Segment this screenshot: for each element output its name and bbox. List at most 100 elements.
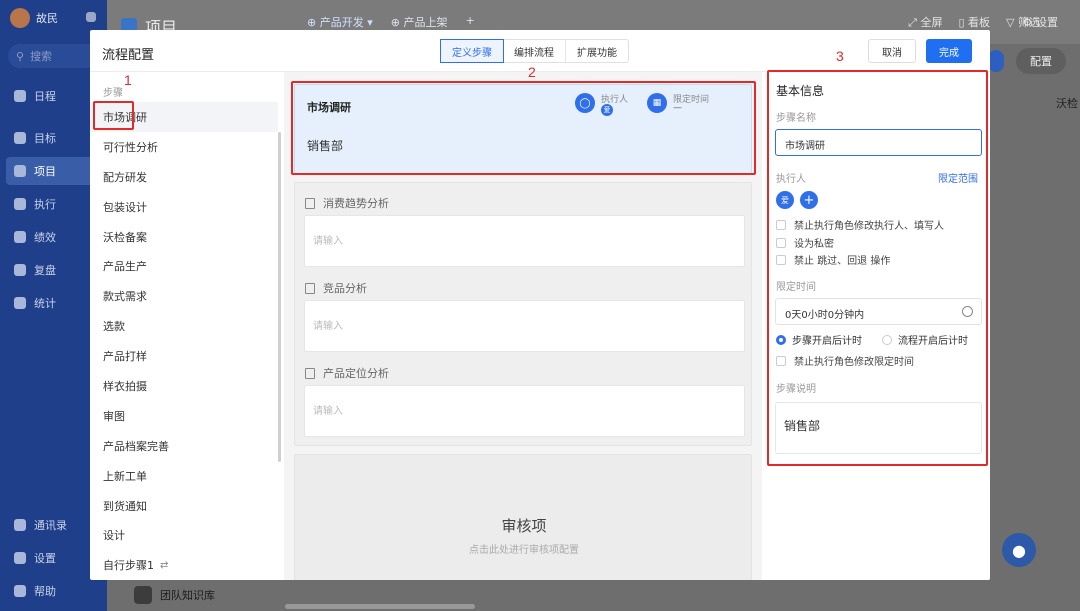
user-name: 故民	[36, 12, 58, 25]
cancel-button[interactable]: 取消	[868, 39, 916, 63]
knowledge-base-link[interactable]: 团队知识库	[134, 586, 215, 604]
step-list-item[interactable]: 到货通知	[90, 491, 278, 521]
step-label: 可行性分析	[103, 140, 158, 154]
nav-icon	[14, 132, 26, 144]
sidebar-item-bottom[interactable]: 通讯录	[6, 511, 102, 539]
board-button[interactable]: ▯ 看板	[958, 14, 990, 30]
user-profile[interactable]: 故民	[10, 8, 58, 28]
field-input[interactable]: 请输入	[304, 215, 745, 267]
step-label: 沃检备案	[103, 230, 147, 244]
field-input[interactable]: 请输入	[304, 300, 745, 352]
annotation-box-2	[291, 81, 756, 175]
add-tab-icon[interactable]: +	[465, 14, 474, 30]
step-label: 产品生产	[103, 260, 147, 274]
step-list-item[interactable]: 包装设计	[90, 192, 278, 222]
modal-title: 流程配置	[102, 48, 155, 63]
sidebar-item[interactable]: 绩效	[6, 223, 102, 251]
field-placeholder: 请输入	[313, 321, 343, 332]
sidebar-item[interactable]: 项目	[6, 157, 102, 185]
step-list-item[interactable]: 上新工单	[90, 461, 278, 491]
field-label-row: 竞品分析	[305, 280, 367, 296]
step-label: 自行步骤1	[103, 559, 154, 573]
sidebar-item[interactable]: 执行	[6, 190, 102, 218]
top-tabs: ⊕ 产品开发 ▾ ⊕ 产品上架 +	[307, 14, 475, 30]
step-list-item[interactable]: 产品生产	[90, 251, 278, 281]
steps-scrollbar[interactable]	[278, 132, 281, 462]
step-label: 样衣拍摄	[103, 379, 147, 393]
annotation-number-1: 1	[124, 72, 132, 88]
done-button[interactable]: 完成	[926, 39, 972, 63]
review-title: 审核项	[501, 517, 547, 535]
step-list-item[interactable]: 沃检备案	[90, 222, 278, 252]
bg-action-button[interactable]	[988, 50, 1004, 72]
field-placeholder: 请输入	[313, 236, 343, 247]
sidebar-item-label: 复盘	[34, 264, 56, 277]
sidebar-item-label: 绩效	[34, 231, 56, 244]
step-label: 产品打样	[103, 350, 147, 364]
step-list-item[interactable]: 设计	[90, 520, 278, 550]
field-label: 消费趋势分析	[323, 197, 389, 210]
sidebar-item-label: 统计	[34, 297, 56, 310]
sidebar-item[interactable]: 日程	[6, 82, 102, 110]
step-list-item[interactable]: 可行性分析	[90, 132, 278, 162]
form-icon	[305, 367, 315, 379]
step-list-item[interactable]: 审图	[90, 401, 278, 431]
step-label: 上新工单	[103, 469, 147, 483]
step-list-item[interactable]: 自行步骤1 ⇄	[90, 550, 278, 580]
tab-extensions[interactable]: 扩展功能	[566, 40, 628, 62]
nav-icon	[14, 264, 26, 276]
nav-icon	[14, 585, 26, 597]
sidebar-item-bottom[interactable]: 设置	[6, 544, 102, 572]
sidebar-item-label: 设置	[34, 552, 56, 565]
tab-product-dev[interactable]: ⊕ 产品开发 ▾	[307, 14, 373, 30]
tab-product-launch[interactable]: ⊕ 产品上架	[391, 14, 448, 30]
fullscreen-button[interactable]: ⤢ 全屏	[908, 14, 942, 30]
field-label-row: 产品定位分析	[305, 365, 389, 381]
annotation-number-3: 3	[836, 48, 844, 64]
search-placeholder: 搜索	[30, 50, 53, 63]
step-list-item[interactable]: 产品档案完善	[90, 431, 278, 461]
knowledge-base-icon	[134, 586, 152, 604]
bg-edge-text: 沃检	[1056, 97, 1078, 110]
sidebar-item-label: 帮助	[34, 585, 56, 598]
sidebar-item[interactable]: 复盘	[6, 256, 102, 284]
steps-panel: 步骤 市场调研 可行性分析 配方研发 包装设计 沃检备案 产品生产 款式需求 选款 产品打样 样衣…	[90, 72, 281, 580]
tab-arrange-flow[interactable]: 编排流程	[503, 40, 566, 62]
nav-icon	[14, 297, 26, 309]
avatar[interactable]	[10, 8, 30, 28]
nav-icon	[14, 519, 26, 531]
help-fab[interactable]: ●	[1002, 533, 1036, 567]
tab-define-steps[interactable]: 定义步骤	[440, 39, 504, 63]
field-label: 竞品分析	[323, 282, 367, 295]
sidebar-item-bottom[interactable]: 帮助	[6, 577, 102, 605]
step-list-item[interactable]: 样衣拍摄	[90, 371, 278, 401]
nav-icon	[14, 198, 26, 210]
step-list-item[interactable]: 款式需求	[90, 281, 278, 311]
step-label: 款式需求	[103, 290, 147, 304]
sidebar-item-label: 日程	[34, 90, 56, 103]
bell-icon[interactable]	[86, 12, 96, 22]
sidebar-item-label: 通讯录	[34, 519, 67, 532]
top-tools: ⤢ 全屏 ▯ 看板 ▽ 筛选	[908, 14, 1040, 30]
step-list-item[interactable]: 选款	[90, 311, 278, 341]
annotation-box-1	[93, 101, 134, 130]
nav-icon	[14, 552, 26, 564]
field-label: 产品定位分析	[323, 367, 389, 380]
step-label: 选款	[103, 320, 125, 334]
sidebar-item[interactable]: 统计	[6, 289, 102, 317]
horizontal-scrollbar[interactable]	[285, 604, 475, 609]
field-input[interactable]: 请输入	[304, 385, 745, 437]
step-list-item[interactable]: 配方研发	[90, 162, 278, 192]
nav-icon	[14, 165, 26, 177]
sidebar-item[interactable]: 目标	[6, 124, 102, 152]
settings-button[interactable]: ⚙ 设置	[1023, 14, 1058, 30]
mode-tabs: 定义步骤 编排流程 扩展功能	[440, 39, 629, 63]
field-label-row: 消费趋势分析	[305, 195, 389, 211]
step-list-item[interactable]: 产品打样	[90, 341, 278, 371]
sidebar-item-label: 项目	[34, 165, 56, 178]
swap-icon[interactable]: ⇄	[160, 560, 168, 571]
config-button[interactable]: 配置	[1016, 48, 1066, 74]
review-subtitle: 点击此处进行审核项配置	[469, 545, 579, 556]
sidebar-search[interactable]: ⚲ 搜索	[8, 44, 100, 68]
review-card[interactable]: 审核项 点击此处进行审核项配置	[294, 454, 752, 580]
